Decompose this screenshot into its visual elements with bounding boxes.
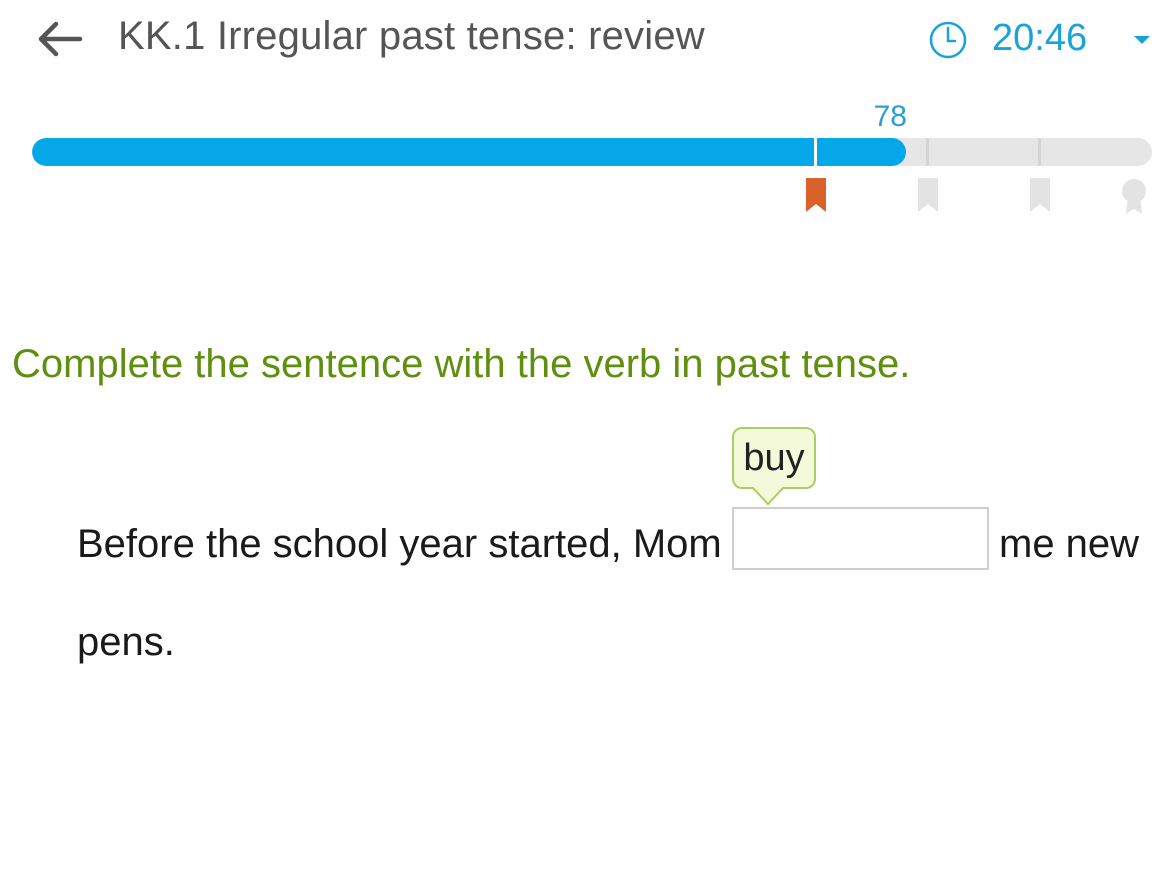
- caret-down-icon: [1134, 36, 1150, 44]
- page-title: KK.1 Irregular past tense: review: [118, 14, 705, 58]
- arrow-left-icon: [38, 21, 83, 57]
- timer-display: 20:46: [992, 17, 1088, 59]
- sentence-text-end: pens.: [77, 620, 175, 664]
- back-button[interactable]: [34, 18, 84, 60]
- answer-input[interactable]: [732, 507, 989, 570]
- milestone-bookmark-icon: [806, 178, 826, 212]
- progress-tick: [926, 138, 929, 166]
- question-prompt: Complete the sentence with the verb in p…: [12, 342, 911, 386]
- smart-score: 78: [873, 100, 907, 133]
- sentence-text-before: Before the school year started, Mom: [77, 522, 722, 566]
- verb-hint-bubble: buy: [732, 427, 816, 489]
- progress-fill: [32, 138, 906, 166]
- clock-icon: [928, 20, 968, 60]
- hint-bubble-tail: [751, 487, 785, 506]
- award-ribbon-icon: [1122, 179, 1146, 214]
- timer-toggle-button[interactable]: [1130, 30, 1154, 50]
- sentence-text-after: me new: [999, 522, 1140, 566]
- progress-tick: [1038, 138, 1041, 166]
- milestone-bookmark-icon: [1030, 178, 1050, 212]
- milestone-bookmark-icon: [918, 178, 938, 212]
- progress-tick: [814, 138, 817, 166]
- progress-track: [32, 138, 1152, 166]
